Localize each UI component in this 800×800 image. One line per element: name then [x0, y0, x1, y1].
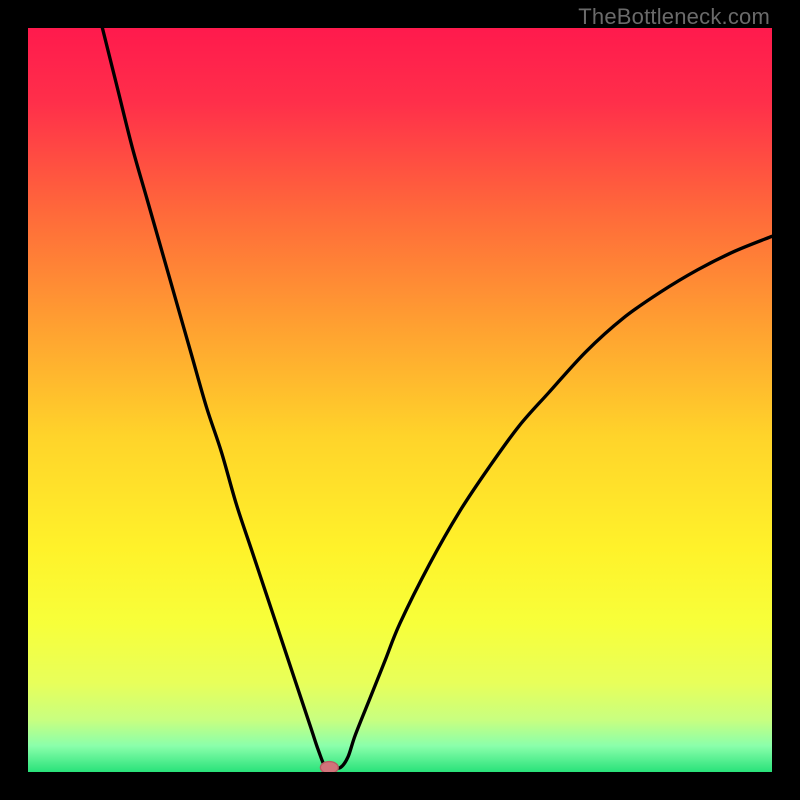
chart-frame: TheBottleneck.com [0, 0, 800, 800]
optimal-marker [320, 762, 338, 772]
plot-area [28, 28, 772, 772]
curve-layer [28, 28, 772, 772]
bottleneck-curve [102, 28, 772, 769]
watermark-text: TheBottleneck.com [578, 4, 770, 30]
